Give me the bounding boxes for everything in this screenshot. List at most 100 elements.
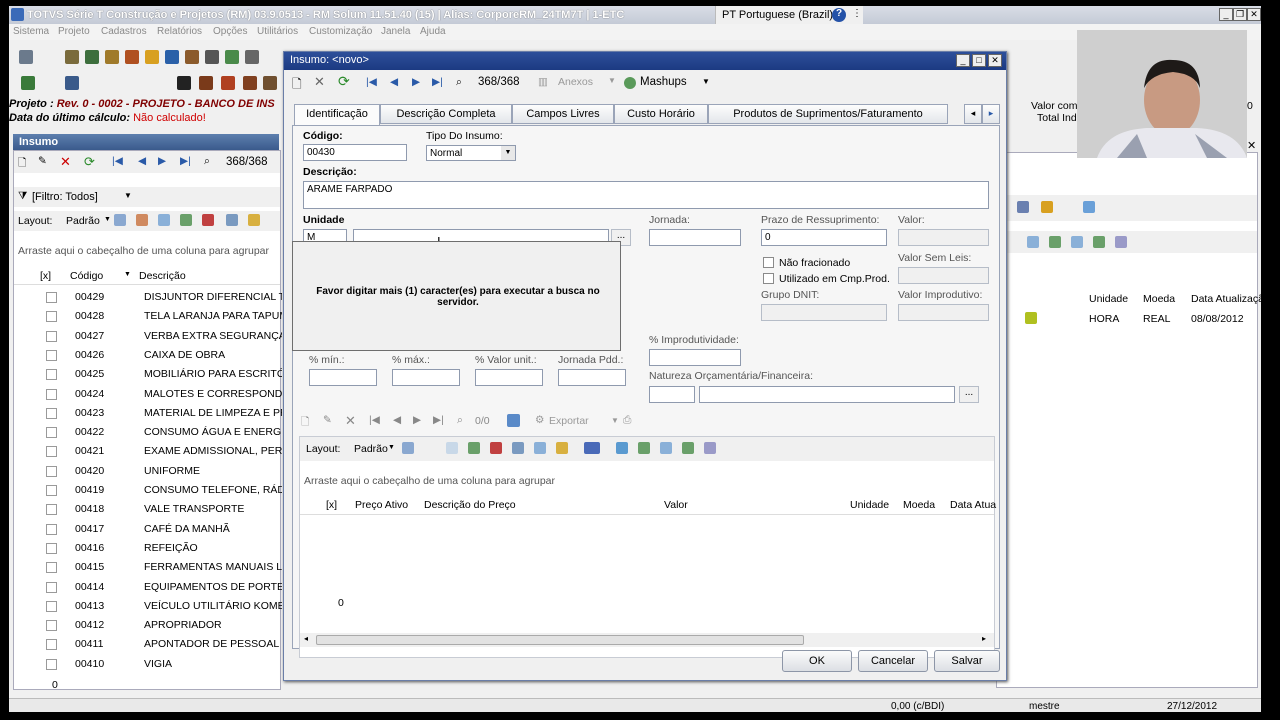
- row-checkbox[interactable]: [46, 504, 57, 516]
- grupo-dnit-field[interactable]: [761, 304, 887, 321]
- price-col-ativo[interactable]: Preço Ativo: [355, 499, 408, 511]
- valor-field[interactable]: [898, 229, 989, 246]
- toolbar-box-icon[interactable]: [221, 76, 235, 90]
- row-checkbox[interactable]: [46, 407, 57, 419]
- toolbar-report-icon[interactable]: [185, 50, 199, 64]
- price-layout-icon-10[interactable]: [660, 442, 672, 454]
- table-row[interactable]: 00423 MATERIAL DE LIMPEZA E PRIM: [18, 404, 286, 423]
- col-check[interactable]: [x]: [40, 270, 51, 282]
- price-layout-icon-6[interactable]: [534, 442, 546, 454]
- codigo-field[interactable]: 00430: [303, 144, 407, 161]
- row-checkbox[interactable]: [46, 311, 57, 323]
- filter-dropdown-icon[interactable]: ▼: [124, 191, 132, 200]
- tab-produtos-suprimentos[interactable]: Produtos de Suprimentos/Faturamento: [708, 104, 948, 124]
- table-row[interactable]: 00411 APONTADOR DE PESSOAL: [18, 635, 286, 654]
- price-layout-icon-7[interactable]: [556, 442, 568, 454]
- refresh-icon[interactable]: ⟳: [84, 154, 95, 170]
- first-record-icon[interactable]: |◀: [112, 155, 123, 167]
- price-delete-icon[interactable]: ✕: [345, 413, 356, 429]
- table-row[interactable]: 00416 REFEIÇÃO: [18, 539, 286, 558]
- save-button[interactable]: Salvar: [934, 650, 1000, 672]
- col-desc[interactable]: Descrição: [139, 270, 186, 282]
- right-layout-icon-5[interactable]: [1115, 236, 1127, 248]
- row-checkbox[interactable]: [46, 581, 57, 593]
- table-row[interactable]: 00428 TELA LARANJA PARA TAPUME: [18, 307, 286, 326]
- layout-load-icon[interactable]: [136, 214, 148, 226]
- price-layout-icon-2[interactable]: [446, 442, 458, 454]
- row-checkbox[interactable]: [46, 542, 57, 554]
- table-row[interactable]: 00417 CAFÉ DA MANHÃ: [18, 520, 286, 539]
- toolbar-coin-icon[interactable]: [145, 50, 159, 64]
- right-layout-icon-1[interactable]: [1027, 236, 1039, 248]
- row-checkbox[interactable]: [46, 369, 57, 381]
- price-layout-icon-8[interactable]: [616, 442, 628, 454]
- mashups-dropdown-icon[interactable]: ▼: [702, 77, 710, 86]
- layout-columns-icon[interactable]: [158, 214, 170, 226]
- dialog-next-icon[interactable]: ▶: [412, 76, 420, 88]
- toolbar-list-icon[interactable]: [65, 50, 79, 64]
- toolbar-settings-icon[interactable]: [245, 50, 259, 64]
- menu-customizacao[interactable]: Customização: [309, 26, 372, 37]
- filter-icon[interactable]: ⧩: [18, 190, 27, 203]
- prazo-field[interactable]: 0: [761, 229, 887, 246]
- edit-icon[interactable]: ✎: [38, 155, 47, 167]
- table-row[interactable]: 00415 FERRAMENTAS MANUAIS LEVE: [18, 558, 286, 577]
- valor-improd-field[interactable]: [898, 304, 989, 321]
- dialog-prev-icon[interactable]: ◀: [390, 76, 398, 88]
- toolbar-folder-icon[interactable]: [105, 50, 119, 64]
- nao-fracionado-checkbox[interactable]: [763, 257, 774, 268]
- table-row[interactable]: 00425 MOBILIÁRIO PARA ESCRITÓRI: [18, 365, 286, 384]
- row-checkbox[interactable]: [46, 349, 57, 361]
- dialog-maximize-button[interactable]: □: [972, 54, 986, 67]
- price-layout-icon-9[interactable]: [638, 442, 650, 454]
- dialog-first-icon[interactable]: |◀: [366, 76, 377, 88]
- tab-scroll-right-icon[interactable]: ▸: [982, 104, 1000, 124]
- attach-icon[interactable]: ▥: [538, 76, 548, 88]
- price-print-icon[interactable]: ⎙: [623, 414, 631, 427]
- price-first-icon[interactable]: |◀: [369, 414, 380, 426]
- table-row[interactable]: 00424 MALOTES E CORRESPONDÊNCI: [18, 385, 286, 404]
- price-col-moeda[interactable]: Moeda: [903, 499, 935, 511]
- price-next-icon[interactable]: ▶: [413, 414, 421, 426]
- tab-campos-livres[interactable]: Campos Livres: [512, 104, 614, 124]
- tipo-select[interactable]: Normal ▼: [426, 145, 516, 161]
- table-row[interactable]: 00429 DISJUNTOR DIFERENCIAL TER: [18, 288, 286, 307]
- pct-valor-field[interactable]: [475, 369, 543, 386]
- toolbar-search-icon[interactable]: [165, 50, 179, 64]
- pct-max-field[interactable]: [392, 369, 460, 386]
- dialog-binoculars-icon[interactable]: ⌕: [456, 76, 462, 89]
- anexos-dropdown-icon[interactable]: ▼: [608, 76, 616, 85]
- row-checkbox[interactable]: [46, 620, 57, 632]
- table-row[interactable]: 00420 UNIFORME: [18, 462, 286, 481]
- toolbar-tool-icon[interactable]: [19, 50, 33, 64]
- close-button[interactable]: ✕: [1247, 8, 1261, 21]
- table-row[interactable]: 00410 VIGIA: [18, 655, 286, 674]
- dialog-minimize-button[interactable]: _: [956, 54, 970, 67]
- menu-sistema[interactable]: Sistema: [13, 26, 49, 37]
- price-layout-icon-1[interactable]: [402, 442, 414, 454]
- price-col-check[interactable]: [x]: [326, 499, 337, 511]
- binoculars-icon[interactable]: ⌕: [204, 155, 210, 168]
- menu-ajuda[interactable]: Ajuda: [420, 26, 446, 37]
- toolbar-truck-icon[interactable]: [199, 76, 213, 90]
- toolbar-worker-icon[interactable]: [177, 76, 191, 90]
- toolbar-network-icon[interactable]: [65, 76, 79, 90]
- table-row[interactable]: 00414 EQUIPAMENTOS DE PORTE LE': [18, 578, 286, 597]
- jornada-field[interactable]: [649, 229, 741, 246]
- anexos-button[interactable]: Anexos: [558, 76, 593, 88]
- price-col-descricao[interactable]: Descrição do Preço: [424, 499, 516, 511]
- menu-utilitarios[interactable]: Utilitários: [257, 26, 298, 37]
- price-last-icon[interactable]: ▶|: [433, 414, 444, 426]
- exportar-icon[interactable]: ⚙: [535, 414, 544, 426]
- layout-dropdown-icon[interactable]: ▼: [104, 216, 111, 223]
- menu-opcoes[interactable]: Opções: [213, 26, 247, 37]
- natureza-lookup-button[interactable]: ...: [959, 386, 979, 403]
- table-row[interactable]: 00427 VERBA EXTRA SEGURANÇA: [18, 327, 286, 346]
- table-row[interactable]: 00412 APROPRIADOR: [18, 616, 286, 635]
- exportar-button[interactable]: Exportar: [549, 415, 589, 427]
- right-layout-icon-2[interactable]: [1049, 236, 1061, 248]
- last-record-icon[interactable]: ▶|: [180, 155, 191, 167]
- col-code[interactable]: Código: [70, 270, 103, 282]
- dialog-delete-icon[interactable]: ✕: [314, 74, 325, 90]
- mashups-button[interactable]: Mashups: [640, 76, 687, 88]
